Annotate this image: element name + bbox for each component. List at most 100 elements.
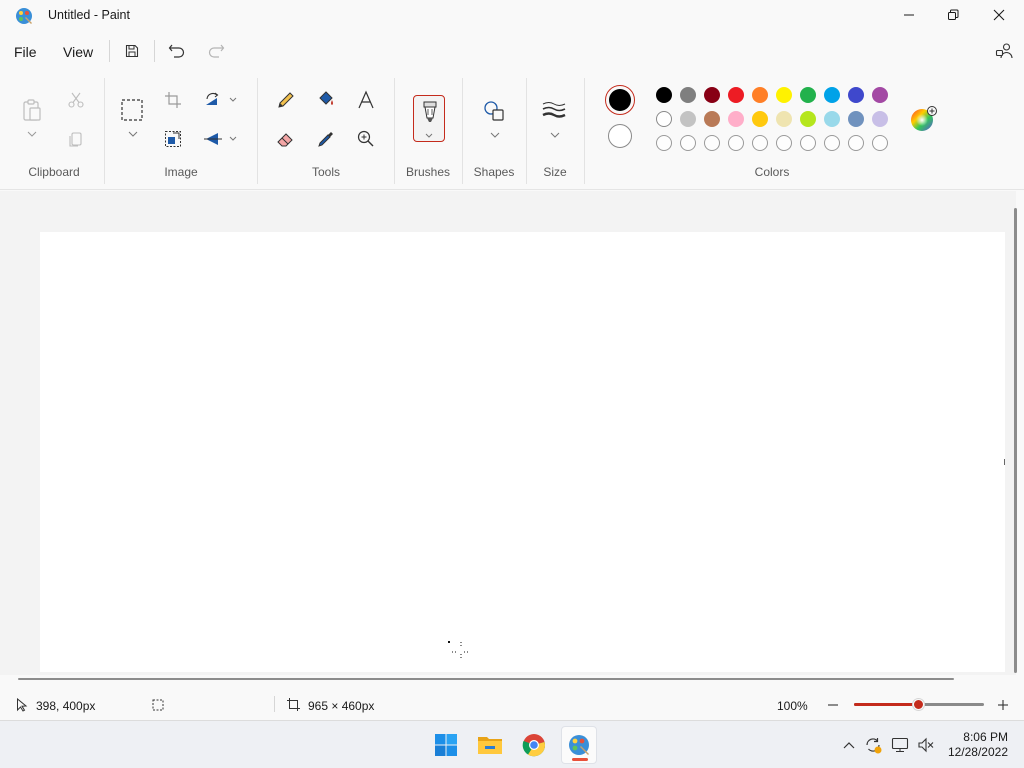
close-button[interactable] <box>976 0 1022 30</box>
menu-file[interactable]: File <box>14 44 37 60</box>
palette-color-swatch[interactable] <box>752 111 768 127</box>
minimize-icon <box>904 14 914 16</box>
group-label-colors: Colors <box>754 165 790 179</box>
flip-button[interactable] <box>198 124 228 154</box>
zoom-slider[interactable] <box>854 699 984 710</box>
cut-button[interactable] <box>61 85 91 115</box>
rotate-button[interactable] <box>198 85 228 115</box>
group-label-image: Image <box>164 165 198 179</box>
selection-size-icon <box>152 699 164 711</box>
palette-color-swatch[interactable] <box>776 87 792 103</box>
chevron-up-icon <box>843 742 855 749</box>
rectangle-select-icon <box>121 99 143 121</box>
eyedropper-icon <box>318 132 333 147</box>
palette-color-swatch[interactable] <box>656 111 672 127</box>
palette-color-swatch[interactable] <box>776 111 792 127</box>
zoom-slider-thumb[interactable] <box>913 699 924 710</box>
drawing-canvas[interactable] <box>40 232 1005 672</box>
share-button[interactable] <box>990 38 1018 64</box>
copy-button[interactable] <box>61 124 91 154</box>
show-hidden-icons-button[interactable] <box>840 736 858 754</box>
palette-color-swatch[interactable] <box>680 111 696 127</box>
custom-color-slot[interactable] <box>704 135 720 151</box>
restore-button[interactable] <box>930 0 976 30</box>
brush-icon <box>423 101 437 122</box>
palette-color-swatch[interactable] <box>680 87 696 103</box>
palette-color-swatch[interactable] <box>824 87 840 103</box>
secondary-color-button[interactable] <box>608 124 632 148</box>
start-button[interactable] <box>430 729 462 761</box>
palette-color-swatch[interactable] <box>800 111 816 127</box>
menu-separator <box>109 40 110 62</box>
palette-color-swatch[interactable] <box>848 111 864 127</box>
network-tray-button[interactable] <box>891 736 909 754</box>
volume-tray-button[interactable] <box>917 736 935 754</box>
flip-chevron-down-icon[interactable] <box>229 136 237 141</box>
palette-color-swatch[interactable] <box>704 87 720 103</box>
shapes-button[interactable] <box>479 96 509 126</box>
paste-chevron-down-icon[interactable] <box>27 131 37 137</box>
palette-color-swatch[interactable] <box>872 111 888 127</box>
custom-color-slot[interactable] <box>872 135 888 151</box>
sync-tray-button[interactable] <box>864 736 882 754</box>
custom-color-slot[interactable] <box>728 135 744 151</box>
palette-color-swatch[interactable] <box>704 111 720 127</box>
resize-button[interactable] <box>158 124 188 154</box>
custom-color-slot[interactable] <box>776 135 792 151</box>
taskbar: 8:06 PM 12/28/2022 <box>0 720 1024 768</box>
rotate-chevron-down-icon[interactable] <box>229 97 237 102</box>
custom-color-slot[interactable] <box>800 135 816 151</box>
crop-button[interactable] <box>158 85 188 115</box>
palette-color-swatch[interactable] <box>728 87 744 103</box>
custom-color-slot[interactable] <box>656 135 672 151</box>
palette-color-swatch[interactable] <box>872 87 888 103</box>
line-width-icon <box>542 102 566 118</box>
select-chevron-down-icon[interactable] <box>128 131 138 137</box>
paint-app-icon <box>14 6 34 26</box>
primary-color-button[interactable] <box>605 85 635 115</box>
custom-color-slot[interactable] <box>824 135 840 151</box>
canvas-resize-handle[interactable] <box>1004 459 1007 465</box>
palette-color-swatch[interactable] <box>752 87 768 103</box>
menu-view[interactable]: View <box>63 44 93 60</box>
text-button[interactable] <box>351 85 381 115</box>
shapes-chevron-down-icon[interactable] <box>490 132 500 138</box>
palette-color-swatch[interactable] <box>824 111 840 127</box>
palette-color-swatch[interactable] <box>848 87 864 103</box>
custom-color-slot[interactable] <box>680 135 696 151</box>
cursor-position-text: 398, 400px <box>36 699 96 713</box>
zoom-out-icon[interactable] <box>827 699 839 711</box>
file-explorer-button[interactable] <box>474 729 506 761</box>
size-chevron-down-icon[interactable] <box>550 132 560 138</box>
zoom-in-icon[interactable] <box>997 699 1009 711</box>
minimize-button[interactable] <box>886 0 932 30</box>
size-button[interactable] <box>539 96 569 126</box>
vertical-scrollbar[interactable] <box>1014 208 1017 673</box>
redo-button[interactable] <box>202 38 230 64</box>
eraser-button[interactable] <box>271 124 301 154</box>
save-button[interactable] <box>118 38 146 64</box>
active-app-indicator <box>572 758 588 761</box>
palette-color-swatch[interactable] <box>800 87 816 103</box>
select-button[interactable] <box>117 95 147 125</box>
custom-color-slot[interactable] <box>848 135 864 151</box>
paint-taskbar-button[interactable] <box>561 726 597 764</box>
paste-button[interactable] <box>17 95 47 125</box>
color-picker-button[interactable] <box>311 124 341 154</box>
undo-button[interactable] <box>163 38 191 64</box>
clock[interactable]: 8:06 PM 12/28/2022 <box>948 730 1008 760</box>
palette-color-swatch[interactable] <box>728 111 744 127</box>
custom-color-slot[interactable] <box>752 135 768 151</box>
volume-muted-icon <box>918 737 934 753</box>
edit-colors-button[interactable] <box>909 106 939 136</box>
fill-button[interactable] <box>311 85 341 115</box>
group-separator <box>462 78 463 184</box>
brushes-button[interactable] <box>413 95 445 142</box>
horizontal-scrollbar[interactable] <box>18 678 954 680</box>
group-label-clipboard: Clipboard <box>28 165 80 179</box>
palette-color-swatch[interactable] <box>656 87 672 103</box>
chrome-button[interactable] <box>518 729 550 761</box>
pencil-button[interactable] <box>271 85 301 115</box>
magnifier-button[interactable] <box>351 124 381 154</box>
zoom-level-text: 100% <box>777 699 808 713</box>
